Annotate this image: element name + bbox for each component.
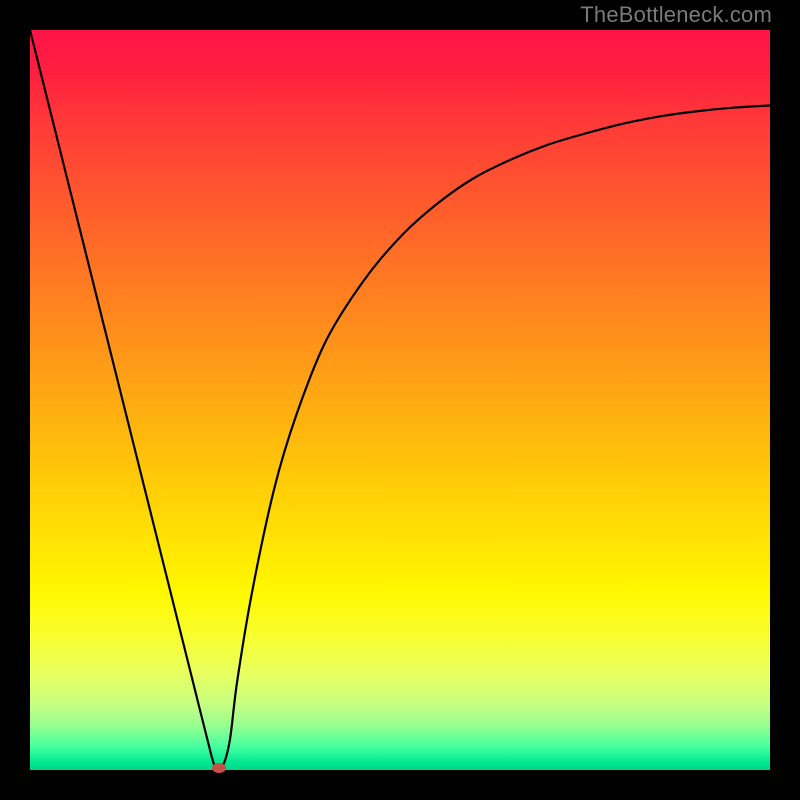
watermark-text: TheBottleneck.com <box>580 2 772 28</box>
chart-container: TheBottleneck.com <box>0 0 800 800</box>
minimum-marker <box>212 763 226 773</box>
bottleneck-curve <box>30 30 770 770</box>
plot-area <box>30 30 770 770</box>
curve-layer <box>30 30 770 770</box>
